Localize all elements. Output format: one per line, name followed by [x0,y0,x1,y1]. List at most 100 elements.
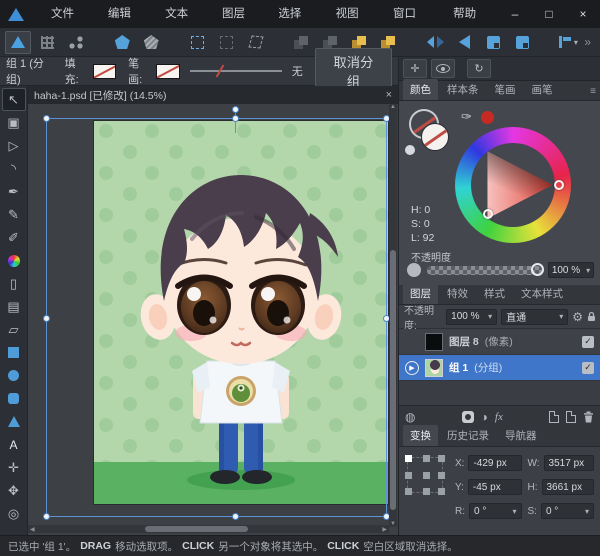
flip-horizontal-button[interactable] [422,31,448,54]
y-input[interactable]: -45 px [468,479,522,495]
hue-selector[interactable] [554,180,564,190]
swap-colors-dot[interactable] [405,145,415,155]
corner-tool[interactable]: ◝ [2,157,26,180]
rotate-view-button[interactable]: ↻ [467,59,491,78]
minimize-button[interactable]: – [498,0,532,28]
toolbar-overflow-button[interactable]: » [584,35,595,49]
selection-secondary-button[interactable] [214,31,240,54]
scroll-left-icon[interactable]: ◀ [30,526,35,533]
move-tool[interactable]: ↖ [2,88,26,111]
stroke-width-slider[interactable] [190,70,282,72]
layer-row-group[interactable]: ▶ 组 1 (分组) ✓ [399,355,600,381]
opacity-slider-handle[interactable] [531,263,544,276]
geometry-subtract-button[interactable] [138,31,164,54]
handle-top-center[interactable] [232,115,239,122]
fill-color-well[interactable] [421,123,449,151]
snapping-button[interactable]: ✛ [403,59,427,78]
h-input[interactable]: 3661 px [542,479,595,495]
scroll-up-icon[interactable]: ▲ [390,104,396,110]
tab-color[interactable]: 颜色 [403,79,438,100]
tab-history[interactable]: 历史记录 [440,425,496,446]
x-input[interactable]: -429 px [468,455,521,471]
rounded-rectangle-tool[interactable] [2,387,26,410]
vector-brush-tool[interactable]: ✐ [2,226,26,249]
tab-brushes[interactable]: 画笔 [525,79,560,100]
selection-bounding-box[interactable] [46,118,387,517]
shear-dropdown[interactable]: 0 ° ▾ [541,503,594,519]
handle-bottom-left[interactable] [43,513,50,520]
text-tool[interactable]: A [2,433,26,456]
w-input[interactable]: 3517 px [544,455,594,471]
menu-file[interactable]: 文件[F] [38,0,95,28]
menu-layer[interactable]: 图层[L] [209,0,265,28]
pen-tool[interactable]: ✒ [2,180,26,203]
document-close-icon[interactable]: × [386,89,392,101]
horizontal-scrollbar-thumb[interactable] [145,526,248,532]
canvas-viewport[interactable]: ▲ ▼ ◀ ▶ [28,104,398,535]
picked-color-swatch[interactable] [481,111,494,124]
add-mask-icon[interactable] [462,411,474,423]
eyedropper-icon[interactable]: ✑ [461,109,472,125]
edit-all-layers-icon[interactable]: ◍ [405,410,415,424]
layer-visibility-checkbox[interactable]: ✓ [582,362,594,374]
artboard-tool[interactable]: ▣ [2,111,26,134]
layer-effects-icon[interactable]: fx [495,411,503,423]
vertical-scrollbar-thumb[interactable] [390,250,396,510]
tab-navigator[interactable]: 导航器 [498,425,544,446]
color-opacity-dropdown[interactable]: 100 % ▾ [548,262,594,278]
scroll-right-icon[interactable]: ▶ [382,526,387,533]
tab-text-styles[interactable]: 文本样式 [514,283,570,304]
order-back-button[interactable] [509,31,535,54]
flip-vertical-button[interactable] [451,31,477,54]
delete-layer-trash-icon[interactable] [583,411,594,423]
layer-visibility-checkbox[interactable]: ✓ [582,336,594,348]
menu-select[interactable]: 选择[S] [265,0,322,28]
export-persona-button[interactable] [63,31,89,54]
add-pixel-layer-icon[interactable] [566,411,576,423]
geometry-add-button[interactable] [109,31,135,54]
zoom-tool[interactable]: ◎ [2,502,26,525]
anchor-point-selector[interactable] [407,457,443,493]
color-picker-tool[interactable]: ✛ [2,456,26,479]
persona-designer-button[interactable] [5,31,31,54]
tab-stroke[interactable]: 笔画 [488,79,523,100]
scroll-down-icon[interactable]: ▼ [390,521,396,527]
add-layer-icon[interactable] [549,411,559,423]
layer-row-pixel[interactable]: 图层 8 (像素) ✓ [399,329,600,355]
pencil-tool[interactable]: ✎ [2,203,26,226]
node-tool[interactable]: ▷ [2,134,26,157]
handle-bottom-center[interactable] [232,513,239,520]
expand-group-icon[interactable]: ▶ [405,361,419,375]
tab-effects[interactable]: 特效 [440,283,475,304]
paint-brush-tool[interactable] [2,249,26,272]
triangle-tool[interactable] [2,410,26,433]
color-wheel[interactable] [455,127,571,243]
horizontal-scrollbar[interactable]: ◀ ▶ [28,525,389,533]
layers-opacity-dropdown[interactable]: 100 % ▾ [446,309,497,325]
tab-styles[interactable]: 样式 [477,283,512,304]
menu-help[interactable]: 帮助[H] [440,0,498,28]
crop-tool[interactable]: ▱ [2,318,26,341]
fill-swatch[interactable] [93,64,116,79]
distort-button[interactable] [243,31,269,54]
vertical-scrollbar[interactable]: ▲ ▼ [389,104,397,527]
ellipse-tool[interactable] [2,364,26,387]
tab-swatches[interactable]: 样本条 [440,79,486,100]
maximize-button[interactable]: □ [532,0,566,28]
rotation-dropdown[interactable]: 0 ° ▾ [469,503,522,519]
menu-text[interactable]: 文本[T] [152,0,209,28]
insert-behind-button[interactable] [289,31,315,54]
selection-marquee-button[interactable] [185,31,211,54]
preview-button[interactable] [431,59,455,78]
menu-view[interactable]: 视图[V] [323,0,380,28]
color-opacity-slider[interactable] [427,266,542,275]
blend-mode-dropdown[interactable]: 直通 ▾ [501,309,568,325]
rectangle-tool[interactable] [2,341,26,364]
order-front-button[interactable] [480,31,506,54]
tab-transform[interactable]: 变换 [403,425,438,446]
fill-tool[interactable]: ▯ [2,272,26,295]
document-tab[interactable]: haha-1.psd [已修改] (14.5%) [34,88,166,103]
sl-selector[interactable] [483,209,493,219]
menu-window[interactable]: 窗口[W] [380,0,440,28]
hand-tool[interactable]: ✥ [2,479,26,502]
